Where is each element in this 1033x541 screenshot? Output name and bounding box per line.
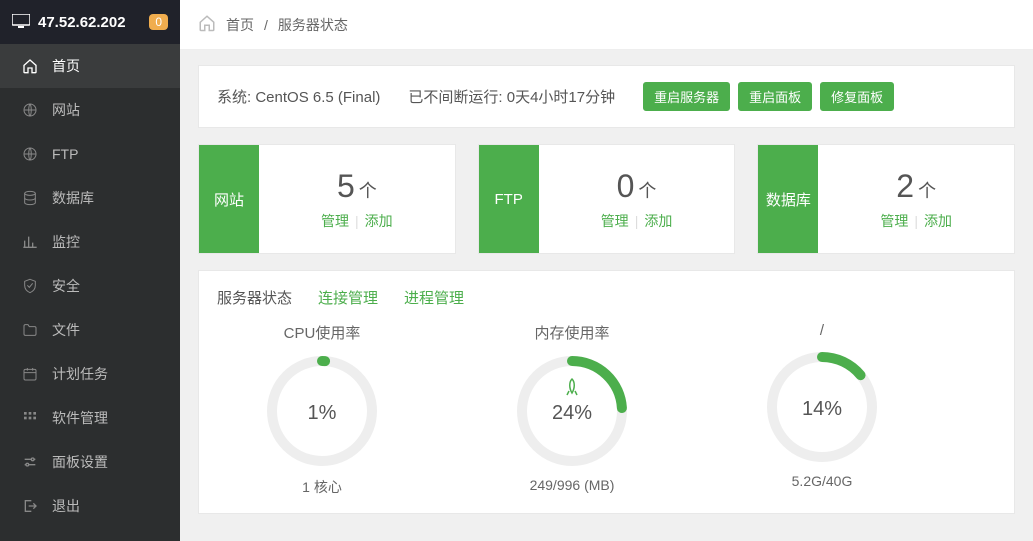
- card-count: 0个: [617, 168, 657, 205]
- gauge-title: CPU使用率: [284, 322, 361, 343]
- sidebar-item-label: 文件: [52, 320, 80, 340]
- globe-icon: [22, 102, 38, 118]
- calendar-icon: [22, 366, 38, 382]
- sidebar-item-label: 面板设置: [52, 452, 108, 472]
- sidebar-header: 47.52.62.202 0: [0, 0, 180, 44]
- monitor-icon: [12, 14, 30, 31]
- repair-panel-button[interactable]: 修复面板: [820, 82, 894, 111]
- status-title: 服务器状态: [217, 287, 292, 308]
- sidebar-item-label: 监控: [52, 232, 80, 252]
- tab-connections[interactable]: 连接管理: [318, 287, 378, 308]
- sidebar-item-label: 首页: [52, 56, 80, 76]
- restart-server-button[interactable]: 重启服务器: [643, 82, 730, 111]
- add-link[interactable]: 添加: [644, 213, 672, 229]
- gauge-title: 内存使用率: [534, 322, 609, 343]
- sidebar-item-label: 计划任务: [52, 364, 108, 384]
- sidebar-item-label: 退出: [52, 496, 80, 516]
- gauge-percent: 14%: [802, 398, 842, 420]
- sidebar-item-label: FTP: [52, 146, 78, 162]
- gauge-0: CPU使用率 1% 1 核心: [217, 322, 427, 497]
- sidebar-item-label: 软件管理: [52, 408, 108, 428]
- gauge-sub: 5.2G/40G: [792, 473, 853, 489]
- summary-cards: 网站5个管理|添加FTP0个管理|添加数据库2个管理|添加: [198, 144, 1015, 254]
- card-count: 2个: [896, 168, 936, 205]
- gauge-percent: 1%: [308, 402, 337, 424]
- sidebar: 47.52.62.202 0 首页网站 FTP 数据库监控安全文件计划任务软件管理面…: [0, 0, 180, 541]
- add-link[interactable]: 添加: [365, 213, 393, 229]
- server-ip: 47.52.62.202: [38, 14, 141, 31]
- server-status-panel: 服务器状态 连接管理 进程管理 CPU使用率 1% 1 核心 内存使用率 24% 249/…: [198, 270, 1015, 514]
- sidebar-item-6[interactable]: 文件: [0, 308, 180, 352]
- folder-icon: [22, 322, 38, 338]
- gauge-title: /: [820, 322, 824, 339]
- sliders-icon: [22, 454, 38, 470]
- tab-processes[interactable]: 进程管理: [404, 287, 464, 308]
- summary-card-2: 数据库2个管理|添加: [757, 144, 1015, 254]
- sidebar-item-7[interactable]: 计划任务: [0, 352, 180, 396]
- grid-icon: [22, 410, 38, 426]
- sidebar-item-5[interactable]: 安全: [0, 264, 180, 308]
- breadcrumb-current: 服务器状态: [278, 15, 348, 35]
- sidebar-item-label: 安全: [52, 276, 80, 296]
- manage-link[interactable]: 管理: [321, 213, 349, 229]
- gauge-ring[interactable]: 14%: [762, 347, 882, 467]
- breadcrumb-home[interactable]: 首页: [226, 15, 254, 35]
- home-icon: [22, 58, 38, 74]
- gauge-ring[interactable]: 24%: [512, 351, 632, 471]
- exit-icon: [22, 498, 38, 514]
- breadcrumb: 首页 / 服务器状态: [180, 0, 1033, 50]
- notification-badge[interactable]: 0: [149, 14, 168, 30]
- gauge-sub: 249/996 (MB): [530, 477, 615, 493]
- system-info-panel: 系统: CentOS 6.5 (Final) 已不间断运行: 0天4小时17分钟…: [198, 65, 1015, 128]
- sidebar-item-10[interactable]: 退出: [0, 484, 180, 528]
- sidebar-item-0[interactable]: 首页: [0, 44, 180, 88]
- sidebar-item-label: 数据库: [52, 188, 94, 208]
- sidebar-item-9[interactable]: 面板设置: [0, 440, 180, 484]
- manage-link[interactable]: 管理: [601, 213, 629, 229]
- os-info: 系统: CentOS 6.5 (Final): [217, 86, 380, 107]
- add-link[interactable]: 添加: [924, 213, 952, 229]
- gauge-ring[interactable]: 1%: [262, 351, 382, 471]
- chart-icon: [22, 234, 38, 250]
- gauge-percent: 24%: [552, 402, 592, 424]
- globe-icon: [22, 146, 38, 162]
- restart-panel-button[interactable]: 重启面板: [738, 82, 812, 111]
- card-title: 网站: [199, 145, 259, 253]
- gauge-1: 内存使用率 24% 249/996 (MB): [467, 322, 677, 497]
- gauge-sub: 1 核心: [302, 477, 342, 497]
- card-title: 数据库: [758, 145, 818, 253]
- sidebar-item-4[interactable]: 监控: [0, 220, 180, 264]
- main-content: 首页 / 服务器状态 系统: CentOS 6.5 (Final) 已不间断运行…: [180, 0, 1033, 541]
- sidebar-item-label: 网站: [52, 100, 80, 120]
- summary-card-0: 网站5个管理|添加: [198, 144, 456, 254]
- manage-link[interactable]: 管理: [880, 213, 908, 229]
- home-icon[interactable]: [198, 14, 216, 35]
- card-title: FTP: [479, 145, 539, 253]
- card-count: 5个: [337, 168, 377, 205]
- summary-card-1: FTP0个管理|添加: [478, 144, 736, 254]
- gauge-2: / 14% 5.2G/40G: [717, 322, 927, 497]
- sidebar-item-2[interactable]: FTP: [0, 132, 180, 176]
- breadcrumb-sep: /: [264, 17, 268, 33]
- sidebar-item-3[interactable]: 数据库: [0, 176, 180, 220]
- shield-icon: [22, 278, 38, 294]
- database-icon: [22, 190, 38, 206]
- sidebar-item-1[interactable]: 网站: [0, 88, 180, 132]
- sidebar-item-8[interactable]: 软件管理: [0, 396, 180, 440]
- uptime-info: 已不间断运行: 0天4小时17分钟: [408, 86, 615, 107]
